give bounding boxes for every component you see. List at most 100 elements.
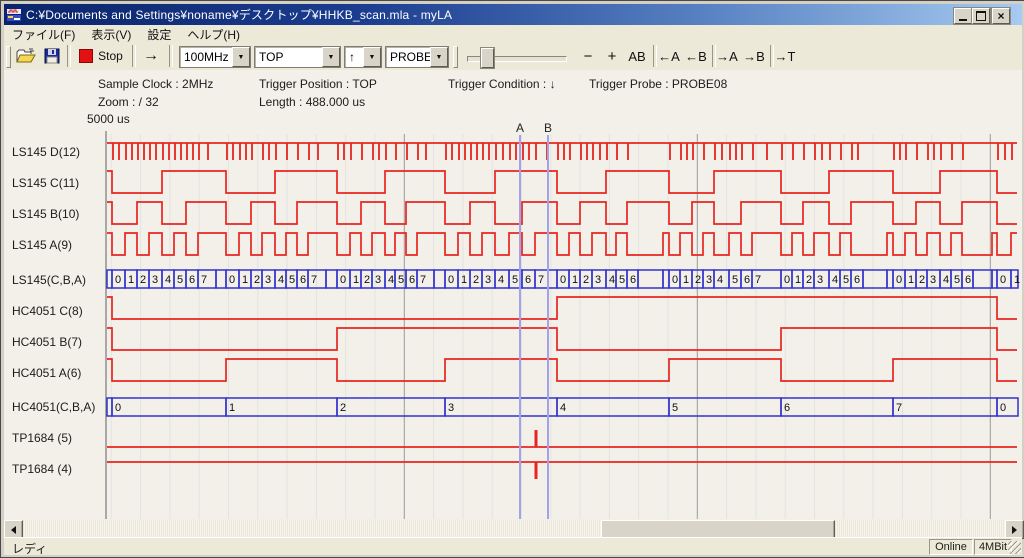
trigger-position-combo[interactable]: TOP ▼: [254, 46, 341, 68]
resize-grip[interactable]: [1008, 541, 1021, 554]
bus-cell: [557, 398, 669, 416]
bus-cell: [940, 270, 951, 288]
toolbar-separator: [67, 45, 71, 67]
sample-clock-combo[interactable]: 100MHz ▼: [179, 46, 251, 68]
trigger-edge-combo[interactable]: ↑ ▼: [344, 46, 382, 68]
bus-cell: [337, 398, 445, 416]
bus-cell-value: 6: [854, 274, 860, 286]
bus-cell: [251, 270, 262, 288]
zoom-readout: Zoom : / 32: [98, 95, 159, 109]
bus-cell: [580, 270, 592, 288]
bus-cell-value: 6: [744, 274, 750, 286]
bus-cell-value: 0: [1000, 402, 1006, 414]
window-title: C:¥Documents and Settings¥noname¥デスクトップ¥…: [26, 6, 452, 23]
bus-cell-value: 1: [353, 274, 359, 286]
bus-cell-value: 0: [115, 274, 121, 286]
goto-cursor-a-button[interactable]: ←A: [656, 45, 682, 67]
menu-item[interactable]: 設定: [139, 24, 179, 45]
bus-cell-value: 0: [340, 274, 346, 286]
bus-cell-value: 1: [229, 402, 235, 414]
minimize-button[interactable]: [954, 8, 972, 24]
horizontal-scrollbar[interactable]: [4, 520, 1022, 537]
bus-cell-value: 1: [908, 274, 914, 286]
arrow-left-icon: [11, 526, 16, 534]
bus-cell: [239, 270, 251, 288]
open-folder-icon: [16, 48, 36, 64]
bus-cell: [592, 270, 606, 288]
set-cursor-a-button[interactable]: →A: [714, 45, 740, 67]
bus-cell-value: 0: [229, 274, 235, 286]
ab-button[interactable]: AB: [624, 45, 650, 67]
bus-cell: [893, 398, 997, 416]
bus-cell-value: 5: [619, 274, 625, 286]
bus-cell: [703, 270, 714, 288]
bus-cell-value: 6: [189, 274, 195, 286]
waveform-trace: [107, 297, 1017, 319]
chevron-down-icon[interactable]: ▼: [363, 47, 381, 67]
bus-cell: [361, 270, 372, 288]
zoom-in-button[interactable]: +: [602, 45, 622, 67]
goto-cursor-b-button[interactable]: ←B: [683, 45, 709, 67]
status-online-badge: Online: [929, 539, 973, 555]
waveform-plot: 0123456701234567012345670123456701234560…: [4, 70, 1022, 520]
close-button[interactable]: ×: [992, 8, 1010, 24]
bus-cell: [458, 270, 470, 288]
status-ready-text: レディ: [12, 540, 47, 557]
bus-cell: [669, 398, 781, 416]
bus-cell: [275, 270, 286, 288]
set-cursor-b-button[interactable]: →B: [741, 45, 767, 67]
bus-cell: [350, 270, 361, 288]
title-bar[interactable]: C:¥Documents and Settings¥noname¥デスクトップ¥…: [4, 4, 1022, 25]
bus-cell-value: 6: [784, 402, 790, 414]
bus-cell-value: 1: [795, 274, 801, 286]
maximize-button[interactable]: [972, 8, 990, 24]
bus-cell-value: 3: [706, 274, 712, 286]
waveform-trace: [107, 202, 1017, 224]
waveform-trace: [107, 171, 1017, 193]
bus-cell: [174, 270, 186, 288]
bus-cell: [262, 270, 275, 288]
bus-cell: [927, 270, 940, 288]
bus-cell-value: 4: [388, 274, 394, 286]
bus-cell-value: 0: [448, 274, 454, 286]
chevron-down-icon[interactable]: ▼: [430, 47, 448, 67]
menu-item[interactable]: ファイル(F): [4, 24, 83, 45]
channel-label: HC4051 C(8): [12, 304, 104, 318]
zoom-slider-handle[interactable]: [481, 48, 494, 68]
waveform-trace: [107, 328, 1017, 350]
bus-cell-value: 5: [177, 274, 183, 286]
menu-bar: ファイル(F)表示(V)設定ヘルプ(H): [4, 25, 1022, 44]
open-file-button[interactable]: [13, 45, 39, 67]
cursor-b-label: B: [544, 121, 552, 135]
bus-cell: [893, 270, 905, 288]
bus-cell-value: 4: [498, 274, 504, 286]
trigger-probe-readout: Trigger Probe : PROBE08: [589, 77, 727, 91]
zoom-out-button[interactable]: −: [578, 45, 598, 67]
run-button[interactable]: →: [137, 45, 165, 67]
channel-label: TP1684 (4): [12, 462, 104, 476]
bus-cell: [495, 270, 509, 288]
bus-cell-value: 4: [943, 274, 949, 286]
bus-cell-value: 3: [930, 274, 936, 286]
menu-item[interactable]: 表示(V): [83, 24, 139, 45]
goto-trigger-button[interactable]: →T: [772, 45, 798, 67]
bus-cell: [916, 270, 927, 288]
bus-cell: [137, 270, 149, 288]
chevron-down-icon[interactable]: ▼: [232, 47, 250, 67]
save-button[interactable]: [39, 45, 65, 67]
menu-item[interactable]: ヘルプ(H): [179, 24, 248, 45]
stop-button[interactable]: Stop: [72, 45, 130, 67]
toolbar-grip[interactable]: [453, 46, 458, 68]
bus-cell-value: 2: [140, 274, 146, 286]
probe-combo[interactable]: PROBE00 ▼: [385, 46, 449, 68]
bus-cell: [326, 270, 337, 288]
chevron-down-icon[interactable]: ▼: [322, 47, 340, 67]
bus-cell: [1011, 270, 1018, 288]
bus-cell-value: 3: [817, 274, 823, 286]
bus-cell: [829, 270, 840, 288]
toolbar-grip[interactable]: [6, 46, 11, 68]
bus-cell-value: 0: [784, 274, 790, 286]
bus-cell: [417, 270, 434, 288]
bus-cell-value: 5: [954, 274, 960, 286]
channel-label: LS145 D(12): [12, 145, 104, 159]
